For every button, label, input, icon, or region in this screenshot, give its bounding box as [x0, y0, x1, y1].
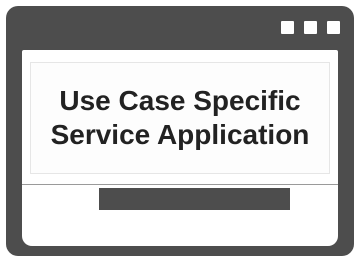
- window-controls: [281, 21, 340, 34]
- action-bar[interactable]: [99, 188, 290, 210]
- divider: [22, 184, 338, 185]
- title-card: Use Case Specific Service Application: [30, 62, 330, 174]
- browser-window: Use Case Specific Service Application: [6, 6, 354, 256]
- window-content: Use Case Specific Service Application: [22, 50, 338, 246]
- page-title-line-2: Service Application: [50, 119, 310, 150]
- square-icon[interactable]: [304, 21, 317, 34]
- square-icon[interactable]: [281, 21, 294, 34]
- page-title-line-1: Use Case Specific: [59, 85, 301, 116]
- square-icon[interactable]: [327, 21, 340, 34]
